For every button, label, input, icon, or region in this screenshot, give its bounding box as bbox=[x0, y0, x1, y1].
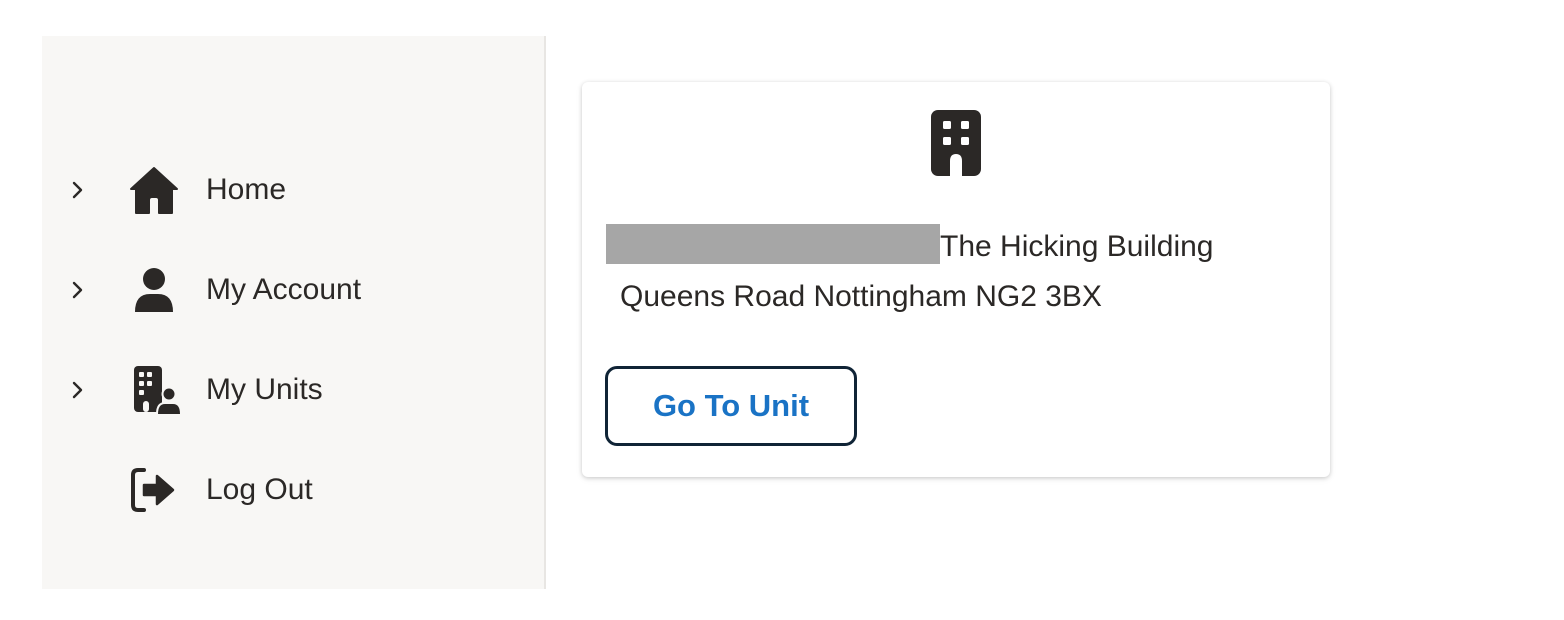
building-name: The Hicking Building bbox=[940, 230, 1214, 263]
building-icon bbox=[931, 110, 981, 176]
building-user-icon bbox=[134, 366, 180, 414]
go-to-unit-button[interactable]: Go To Unit bbox=[605, 366, 857, 446]
sidebar-item-label: Home bbox=[206, 173, 287, 206]
sidebar-item-my-units[interactable]: My Units bbox=[42, 360, 544, 420]
chevron-right-icon[interactable] bbox=[66, 179, 88, 201]
unit-card: The Hicking Building Queens Road Notting… bbox=[582, 82, 1330, 477]
logout-icon bbox=[131, 468, 175, 512]
sidebar-item-home[interactable]: Home bbox=[42, 160, 544, 220]
sidebar-nav: Home My Account My Units Log Out bbox=[42, 36, 546, 589]
address-line-2: Queens Road Nottingham NG2 3BX bbox=[620, 280, 1102, 313]
chevron-right-icon[interactable] bbox=[66, 279, 88, 301]
sidebar-item-label: Log Out bbox=[206, 473, 313, 506]
user-icon bbox=[135, 268, 173, 312]
unit-address: The Hicking Building Queens Road Notting… bbox=[606, 222, 1306, 322]
sidebar-item-log-out[interactable]: Log Out bbox=[42, 460, 544, 520]
chevron-right-icon[interactable] bbox=[66, 379, 88, 401]
redacted-text bbox=[606, 224, 940, 264]
home-icon bbox=[130, 167, 178, 214]
sidebar-item-label: My Units bbox=[206, 373, 323, 406]
sidebar-item-my-account[interactable]: My Account bbox=[42, 260, 544, 320]
sidebar-item-label: My Account bbox=[206, 273, 362, 306]
address-line-1: The Hicking Building bbox=[606, 222, 1306, 272]
